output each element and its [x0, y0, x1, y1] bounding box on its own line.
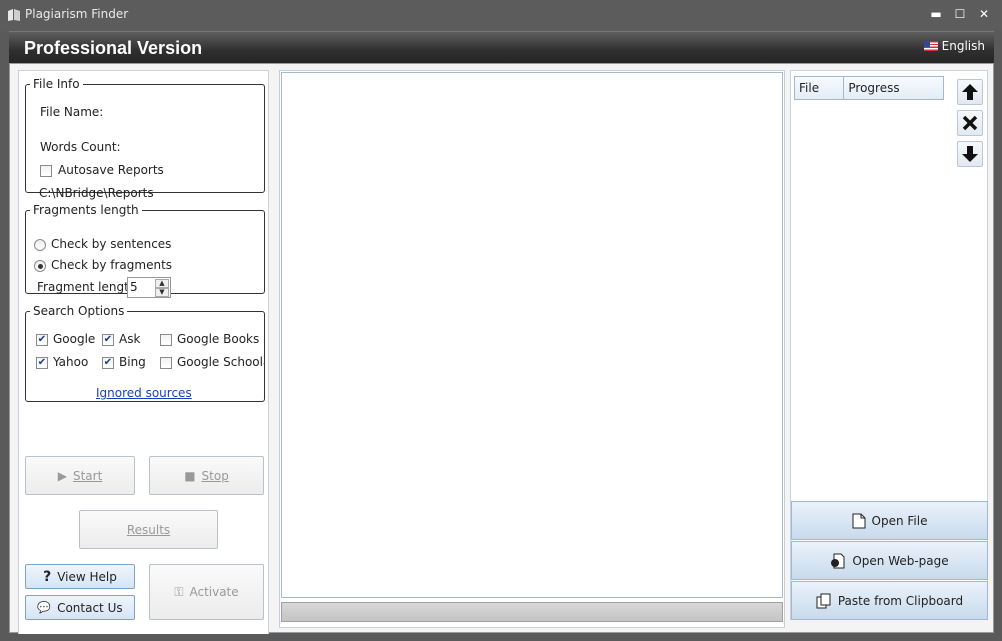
check-by-fragments-radio[interactable]	[34, 260, 46, 272]
view-help-label: View Help	[57, 569, 117, 584]
open-webpage-button[interactable]: Open Web-page	[791, 541, 988, 580]
reports-path: C:\NBridge\Reports	[39, 186, 154, 200]
autosave-checkbox[interactable]	[40, 165, 52, 177]
start-label: Start	[72, 468, 103, 483]
activate-button[interactable]: ⚿ Activate	[149, 564, 264, 620]
maximize-button[interactable]: ☐	[951, 6, 969, 22]
key-icon: ⚿	[174, 584, 184, 599]
contact-us-label: Contact Us	[57, 600, 123, 615]
ask-label: Ask	[119, 332, 141, 346]
google-schoolar-label: Google Schoolar	[177, 355, 264, 369]
copy-pages-icon	[816, 593, 831, 608]
minimize-button[interactable]: ▬	[927, 6, 945, 22]
open-file-button[interactable]: Open File	[791, 501, 988, 540]
arrow-down-icon	[962, 146, 978, 162]
app-book-icon	[8, 9, 20, 21]
us-flag-icon	[923, 41, 938, 51]
fragment-length-stepper[interactable]: 5 ▲ ▼	[127, 277, 171, 298]
close-x-icon	[962, 115, 978, 131]
yahoo-checkbox[interactable]: ✔	[36, 357, 48, 369]
bing-label: Bing	[119, 355, 146, 369]
file-column-header[interactable]: File	[795, 77, 845, 99]
file-name-label: File Name:	[40, 105, 104, 119]
yahoo-label: Yahoo	[53, 355, 89, 369]
google-label: Google	[53, 332, 96, 346]
check-by-sentences-radio[interactable]	[34, 239, 46, 251]
check-by-sentences-label: Check by sentences	[51, 237, 172, 251]
check-progress-bar	[281, 602, 783, 622]
fragment-length-label: Fragment length:	[37, 280, 141, 294]
google-books-label: Google Books	[177, 332, 260, 346]
play-icon: ▶	[57, 468, 67, 483]
version-header: Professional Version English	[9, 31, 994, 63]
check-by-fragments-label: Check by fragments	[51, 258, 173, 272]
search-options-group: Search Options ✔ Google ✔ Ask Google Boo…	[25, 304, 265, 402]
move-up-button[interactable]	[957, 79, 983, 105]
queue-panel: File Progress Open File Open Web-page Pa…	[790, 70, 988, 620]
language-selector[interactable]: English	[923, 39, 985, 53]
settings-panel: File Info File Name: Words Count: Autosa…	[18, 70, 269, 634]
fragments-length-group: Fragments length Check by sentences Chec…	[25, 203, 265, 298]
move-down-button[interactable]	[957, 141, 983, 167]
speech-bubble-icon: 💬	[37, 601, 52, 614]
version-title: Professional Version	[24, 38, 203, 58]
google-books-checkbox[interactable]	[160, 334, 172, 346]
main-area: File Info File Name: Words Count: Autosa…	[9, 63, 994, 634]
title-bar: Plagiarism Finder ▬ ☐ ✕	[0, 0, 1002, 31]
stepper-up-icon[interactable]: ▲	[155, 279, 169, 288]
fragment-length-value: 5	[130, 280, 138, 294]
document-icon	[852, 513, 866, 528]
start-button[interactable]: ▶ Start	[25, 456, 135, 495]
bing-checkbox[interactable]: ✔	[102, 357, 114, 369]
ask-checkbox[interactable]: ✔	[102, 334, 114, 346]
language-label: English	[941, 39, 985, 53]
progress-column-header[interactable]: Progress	[844, 77, 943, 99]
paste-from-clipboard-button[interactable]: Paste from Clipboard	[791, 581, 988, 620]
open-file-label: Open File	[871, 513, 928, 528]
stop-icon: ■	[184, 468, 196, 483]
fragments-length-legend: Fragments length	[33, 203, 139, 217]
document-panel	[279, 70, 785, 628]
file-info-legend: File Info	[33, 77, 80, 91]
words-count-label: Words Count:	[40, 140, 121, 154]
stop-label: Stop	[201, 468, 229, 483]
question-icon: ?	[43, 568, 52, 585]
window-title: Plagiarism Finder	[25, 7, 129, 21]
remove-button[interactable]	[957, 110, 983, 136]
ignored-sources-link[interactable]: Ignored sources	[96, 386, 192, 400]
file-info-group: File Info File Name: Words Count: Autosa…	[25, 77, 265, 200]
google-checkbox[interactable]: ✔	[36, 334, 48, 346]
document-text-area[interactable]	[281, 72, 783, 598]
close-button[interactable]: ✕	[975, 6, 993, 22]
paste-from-clipboard-label: Paste from Clipboard	[837, 593, 964, 608]
contact-us-button[interactable]: 💬 Contact Us	[25, 595, 135, 620]
google-schoolar-checkbox[interactable]	[160, 357, 172, 369]
queue-grid-header: File Progress	[794, 76, 944, 100]
stepper-down-icon[interactable]: ▼	[155, 288, 169, 297]
search-options-legend: Search Options	[33, 304, 125, 318]
results-label: Results	[126, 522, 171, 537]
arrow-up-icon	[962, 84, 978, 100]
activate-label: Activate	[189, 585, 239, 599]
autosave-label: Autosave Reports	[58, 163, 164, 177]
view-help-button[interactable]: ? View Help	[25, 564, 135, 589]
stop-button[interactable]: ■ Stop	[149, 456, 264, 495]
webpage-icon	[831, 553, 845, 568]
results-button[interactable]: Results	[79, 510, 218, 549]
open-webpage-label: Open Web-page	[852, 553, 949, 568]
